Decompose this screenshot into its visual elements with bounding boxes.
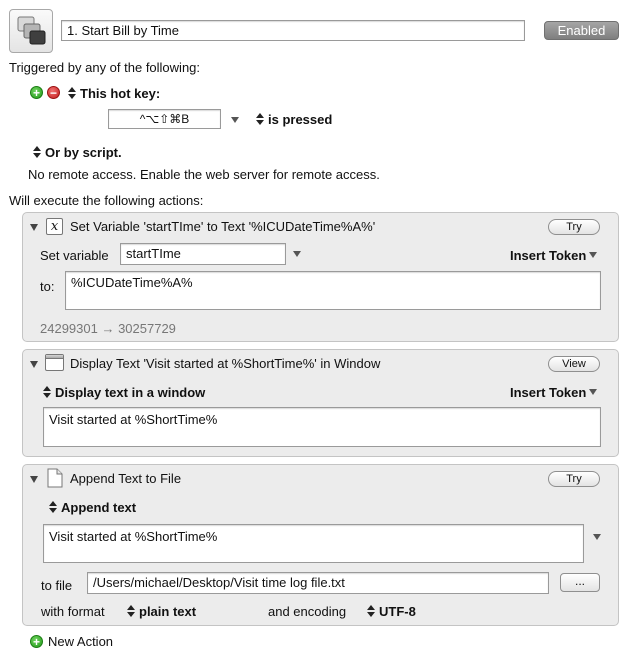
display-text-action: Display Text 'Visit started at %ShortTim… <box>22 349 619 457</box>
set-variable-label: Set variable <box>40 248 109 263</box>
action-id-text: 24299301 → 30257729 <box>40 321 176 336</box>
hotkey-dropdown-icon[interactable] <box>231 117 239 123</box>
with-format-label: with format <box>41 604 105 619</box>
updown-icon <box>68 87 76 99</box>
action-title: Display Text 'Visit started at %ShortTim… <box>70 356 381 371</box>
encoding-label: and encoding <box>268 604 347 619</box>
new-action-button[interactable]: New Action <box>48 634 113 649</box>
text-dropdown-icon[interactable] <box>593 534 601 540</box>
collapse-triangle-icon[interactable] <box>30 361 38 368</box>
action-title: Set Variable 'startTIme' to Text '%ICUDa… <box>70 219 376 234</box>
view-button[interactable]: View <box>548 356 600 372</box>
triggers-heading: Triggered by any of the following: <box>9 60 201 75</box>
hotkey-trigger-label[interactable]: This hot key: <box>68 86 160 101</box>
chevron-down-icon <box>589 389 598 395</box>
display-mode-popup[interactable]: Display text in a window <box>43 385 205 400</box>
script-trigger-popup[interactable]: Or by script. <box>33 145 122 160</box>
add-trigger-icon[interactable]: + <box>30 86 43 99</box>
variable-x-icon: 𝑥 <box>46 218 63 235</box>
action-title: Append Text to File <box>70 471 182 486</box>
insert-token-menu[interactable]: Insert Token <box>510 385 598 400</box>
format-popup[interactable]: plain text <box>127 604 196 619</box>
variable-text-field[interactable]: %ICUDateTime%A% <box>65 271 601 310</box>
insert-token-menu[interactable]: Insert Token <box>510 248 598 263</box>
append-mode-popup[interactable]: Append text <box>49 500 136 515</box>
hotkey-field[interactable]: ^⌥⇧⌘B <box>108 109 221 129</box>
updown-icon <box>43 386 51 398</box>
variable-name-field[interactable]: startTIme <box>120 243 286 265</box>
plus-icon[interactable]: + <box>30 635 43 648</box>
updown-icon <box>49 501 57 513</box>
window-icon <box>45 354 64 371</box>
remote-access-text: No remote access. Enable the web server … <box>28 167 380 182</box>
remove-trigger-icon[interactable]: − <box>47 86 60 99</box>
updown-icon <box>33 146 41 158</box>
pressed-popup[interactable]: is pressed <box>256 112 332 127</box>
browse-button[interactable]: ... <box>560 573 600 592</box>
updown-icon <box>256 113 264 125</box>
chevron-down-icon <box>589 252 598 258</box>
try-button[interactable]: Try <box>548 471 600 487</box>
collapse-triangle-icon[interactable] <box>30 224 38 231</box>
document-icon <box>47 468 63 491</box>
encoding-popup[interactable]: UTF-8 <box>367 604 416 619</box>
to-label: to: <box>40 279 55 294</box>
updown-icon <box>367 605 375 617</box>
append-text-action: Append Text to File Try Append text Visi… <box>22 464 619 626</box>
display-text-field[interactable]: Visit started at %ShortTime% <box>43 407 601 447</box>
actions-heading: Will execute the following actions: <box>9 193 204 208</box>
to-file-label: to file <box>41 578 73 593</box>
macro-name-field[interactable]: 1. Start Bill by Time <box>61 20 525 41</box>
collapse-triangle-icon[interactable] <box>30 476 38 483</box>
updown-icon <box>127 605 135 617</box>
variable-dropdown-icon[interactable] <box>293 251 301 257</box>
macro-icon[interactable] <box>9 9 53 53</box>
enabled-button[interactable]: Enabled <box>544 21 619 40</box>
file-path-field[interactable]: /Users/michael/Desktop/Visit time log fi… <box>87 572 549 594</box>
append-text-field[interactable]: Visit started at %ShortTime% <box>43 524 584 563</box>
try-button[interactable]: Try <box>548 219 600 235</box>
set-variable-action: 𝑥 Set Variable 'startTIme' to Text '%ICU… <box>22 212 619 342</box>
